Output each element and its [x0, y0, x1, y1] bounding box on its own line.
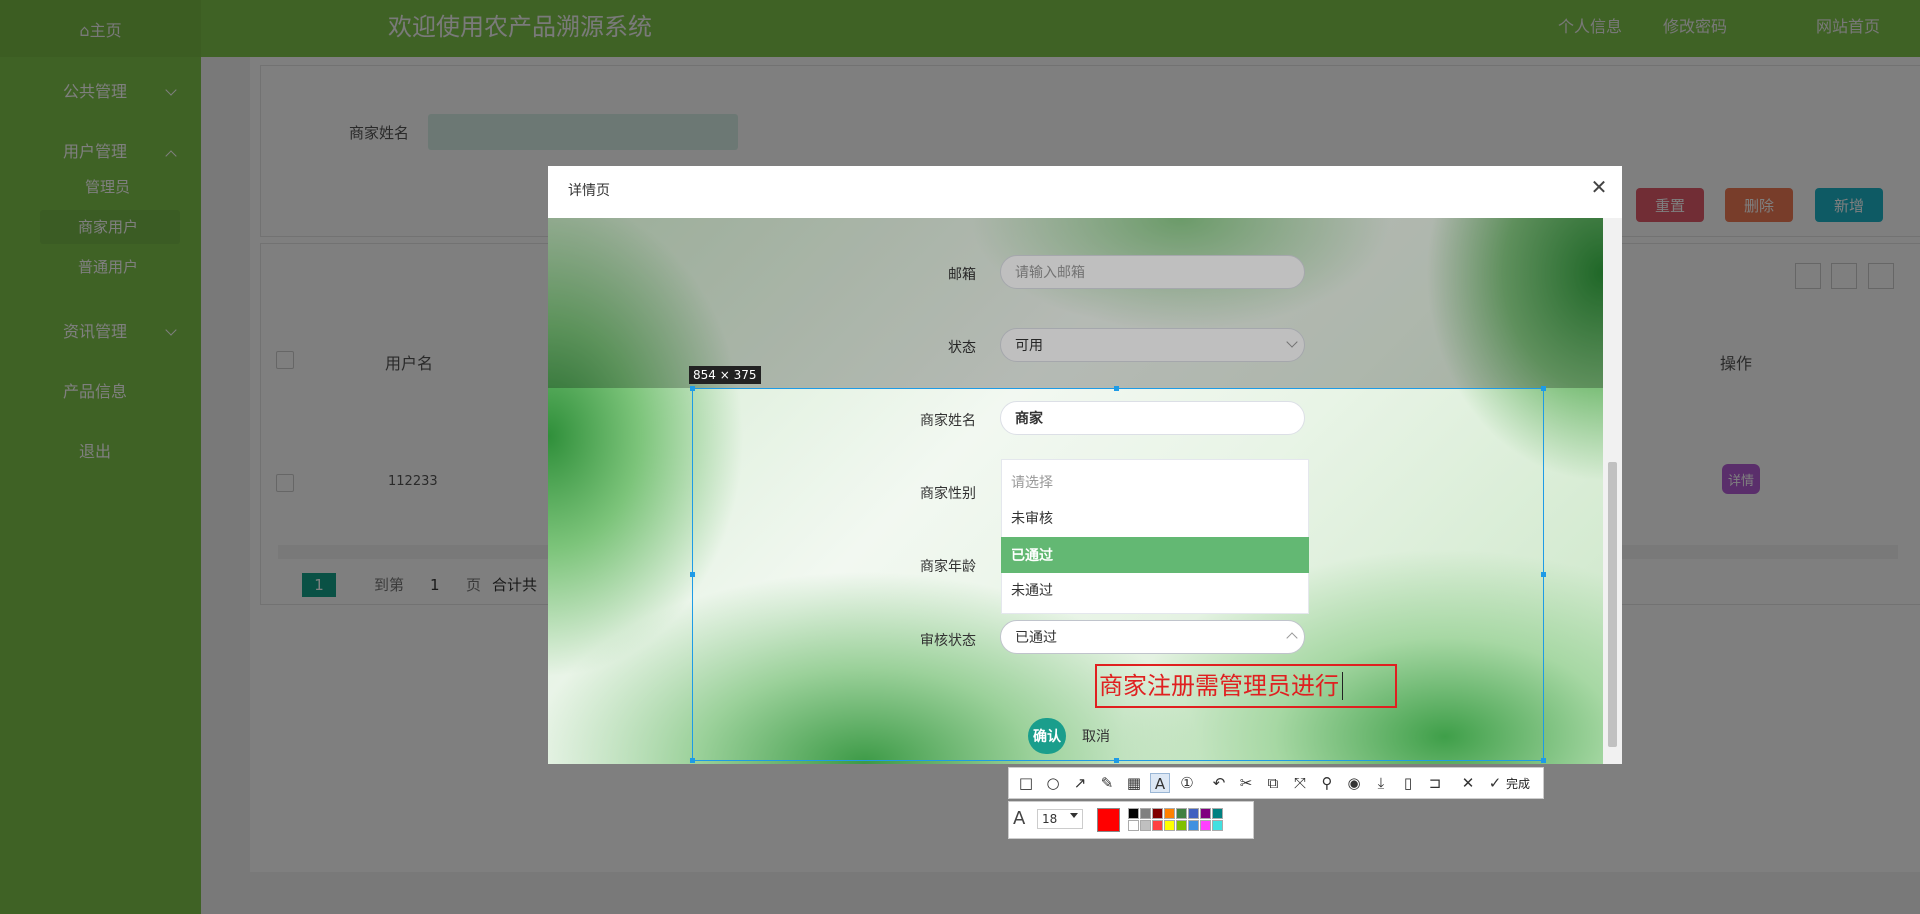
- bookmark-icon[interactable]: ⊐: [1425, 773, 1445, 793]
- close-icon[interactable]: ✕: [1588, 176, 1610, 198]
- capture-size-label: 854 × 375: [689, 366, 761, 384]
- color-swatch[interactable]: [1152, 820, 1163, 831]
- rectangle-tool-icon[interactable]: □: [1016, 773, 1036, 793]
- resize-handle[interactable]: [1541, 386, 1546, 391]
- color-swatch[interactable]: [1176, 820, 1187, 831]
- download-icon[interactable]: ⤓: [1371, 773, 1391, 793]
- pin-icon[interactable]: ⚲: [1317, 773, 1337, 793]
- text-tool-icon[interactable]: A: [1150, 773, 1170, 793]
- undo-icon[interactable]: ↶: [1209, 773, 1229, 793]
- color-swatch[interactable]: [1164, 820, 1175, 831]
- font-icon: A: [1013, 808, 1026, 829]
- caret-down-icon: [1070, 813, 1078, 818]
- resize-handle[interactable]: [1541, 758, 1546, 763]
- font-size-select[interactable]: 18: [1037, 809, 1083, 829]
- modal-title: 详情页: [568, 183, 610, 199]
- color-swatch[interactable]: [1128, 820, 1139, 831]
- color-swatch[interactable]: [1176, 808, 1187, 819]
- arrow-tool-icon[interactable]: ↗: [1070, 773, 1090, 793]
- number-tool-icon[interactable]: ①: [1177, 773, 1197, 793]
- mosaic-tool-icon[interactable]: ▦: [1124, 773, 1144, 793]
- resize-handle[interactable]: [1541, 572, 1546, 577]
- color-swatch[interactable]: [1140, 820, 1151, 831]
- color-swatch[interactable]: [1188, 808, 1199, 819]
- color-swatch[interactable]: [1200, 820, 1211, 831]
- cancel-capture-icon[interactable]: ✕: [1458, 773, 1478, 793]
- color-swatch[interactable]: [1128, 808, 1139, 819]
- color-swatch[interactable]: [1140, 808, 1151, 819]
- pen-tool-icon[interactable]: ✎: [1097, 773, 1117, 793]
- check-icon[interactable]: ✓: [1485, 773, 1505, 793]
- current-color-swatch[interactable]: [1097, 808, 1120, 832]
- resize-handle[interactable]: [690, 572, 695, 577]
- color-swatch[interactable]: [1212, 808, 1223, 819]
- finish-button[interactable]: 完成: [1506, 775, 1530, 792]
- capture-dim-top: [548, 218, 1603, 388]
- modal-scrollbar-thumb[interactable]: [1608, 462, 1617, 747]
- color-swatch[interactable]: [1188, 820, 1199, 831]
- mobile-icon[interactable]: ▯: [1398, 773, 1418, 793]
- resize-handle[interactable]: [1114, 758, 1119, 763]
- color-swatch[interactable]: [1152, 808, 1163, 819]
- color-swatch[interactable]: [1200, 808, 1211, 819]
- capture-region[interactable]: [692, 388, 1544, 761]
- scissors-icon[interactable]: ✂: [1236, 773, 1256, 793]
- record-icon[interactable]: ◉: [1344, 773, 1364, 793]
- translate-icon[interactable]: ⧉: [1263, 773, 1283, 793]
- modal-header: [548, 166, 1622, 219]
- resize-handle[interactable]: [690, 758, 695, 763]
- color-swatch[interactable]: [1212, 820, 1223, 831]
- ellipse-tool-icon[interactable]: ○: [1043, 773, 1063, 793]
- resize-handle[interactable]: [690, 386, 695, 391]
- color-swatch[interactable]: [1164, 808, 1175, 819]
- resize-handle[interactable]: [1114, 386, 1119, 391]
- scroll-capture-icon[interactable]: ⤧: [1290, 773, 1310, 793]
